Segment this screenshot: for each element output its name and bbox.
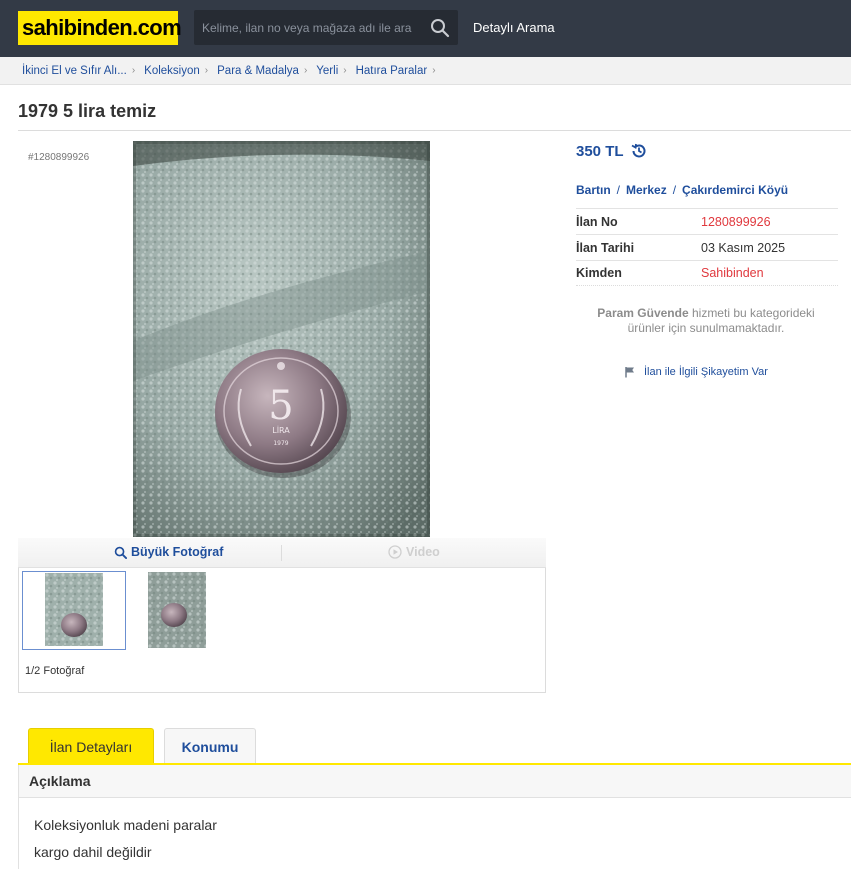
photo-counter: 1/2 Fotoğraf — [25, 665, 85, 677]
breadcrumb: İkinci El ve Sıfır Alı... › Koleksiyon › P… — [0, 57, 851, 85]
breadcrumb-item[interactable]: Yerli › — [316, 65, 355, 77]
search-input[interactable] — [194, 10, 422, 45]
location-city[interactable]: Bartın — [576, 183, 611, 197]
separator: / — [616, 183, 621, 197]
breadcrumb-item[interactable]: Para & Madalya › — [217, 65, 316, 77]
search-box — [194, 10, 458, 45]
main-photo[interactable]: 5 LİRA 1979 — [133, 141, 430, 537]
top-header: sahibinden.com Detaylı Arama — [0, 0, 851, 57]
divider — [18, 130, 851, 131]
thumbnail-image — [148, 572, 206, 648]
price: 350 TL — [576, 142, 648, 160]
separator: / — [672, 183, 677, 197]
description-line: kargo dahil değildir — [34, 844, 152, 860]
coin-number: 5 — [268, 383, 293, 429]
thumbnail-1[interactable] — [22, 571, 126, 650]
flag-icon — [625, 367, 634, 378]
description-heading: Açıklama — [18, 765, 851, 798]
info-row-listing-no: İlan No 1280899926 — [576, 208, 838, 234]
coin-photo-image: 5 LİRA 1979 — [133, 141, 430, 537]
location-neighborhood[interactable]: Çakırdemirci Köyü — [682, 183, 788, 197]
listing-info-table: İlan No 1280899926 İlan Tarihi 03 Kasım … — [576, 208, 838, 286]
divider — [18, 798, 19, 869]
divider — [281, 545, 282, 561]
breadcrumb-item[interactable]: Hatıra Paralar › — [356, 65, 445, 77]
price-history-icon[interactable] — [630, 142, 648, 160]
detailed-search-link[interactable]: Detaylı Arama — [473, 20, 555, 35]
location-breadcrumb: Bartın / Merkez / Çakırdemirci Köyü — [576, 183, 788, 197]
description-line: Koleksiyonluk madeni paralar — [34, 817, 217, 833]
site-logo[interactable]: sahibinden.com — [18, 11, 182, 45]
chevron-right-icon: › — [432, 65, 436, 76]
thumbnail-strip: 1/2 Fotoğraf — [18, 568, 546, 693]
big-photo-button[interactable]: Büyük Fotoğraf — [114, 545, 223, 559]
description-body: Koleksiyonluk madeni paralar kargo dahil… — [34, 812, 217, 866]
coin-year: 1979 — [273, 440, 288, 447]
breadcrumb-item[interactable]: Koleksiyon › — [144, 65, 217, 77]
chevron-right-icon: › — [204, 65, 209, 76]
location-district[interactable]: Merkez — [626, 183, 667, 197]
chevron-right-icon: › — [303, 65, 308, 76]
chevron-right-icon: › — [131, 65, 136, 76]
listing-id-tag: #1280899926 — [28, 152, 90, 163]
info-row-listing-date: İlan Tarihi 03 Kasım 2025 — [576, 234, 838, 260]
photo-toolbar: Büyük Fotoğraf Video — [18, 538, 546, 568]
magnifier-icon — [114, 546, 127, 559]
chevron-right-icon: › — [343, 65, 347, 76]
tab-listing-details[interactable]: İlan Detayları — [28, 728, 154, 764]
search-icon[interactable] — [430, 18, 450, 38]
thumbnail-image — [45, 573, 103, 646]
listing-title: 1979 5 lira temiz — [18, 101, 157, 121]
breadcrumb-item[interactable]: İkinci El ve Sıfır Alı... › — [22, 65, 144, 77]
safe-payment-note: Param Güvende hizmeti bu kategorideki ür… — [597, 306, 815, 335]
tab-location[interactable]: Konumu — [164, 728, 256, 764]
coin-text: LİRA — [272, 425, 290, 435]
video-button[interactable]: Video — [388, 545, 440, 559]
info-row-seller: Kimden Sahibinden — [576, 260, 838, 286]
report-listing-link[interactable]: İlan ile İlgili Şikayetim Var — [624, 366, 768, 378]
thumbnail-2[interactable] — [148, 572, 206, 648]
play-icon — [388, 545, 402, 559]
